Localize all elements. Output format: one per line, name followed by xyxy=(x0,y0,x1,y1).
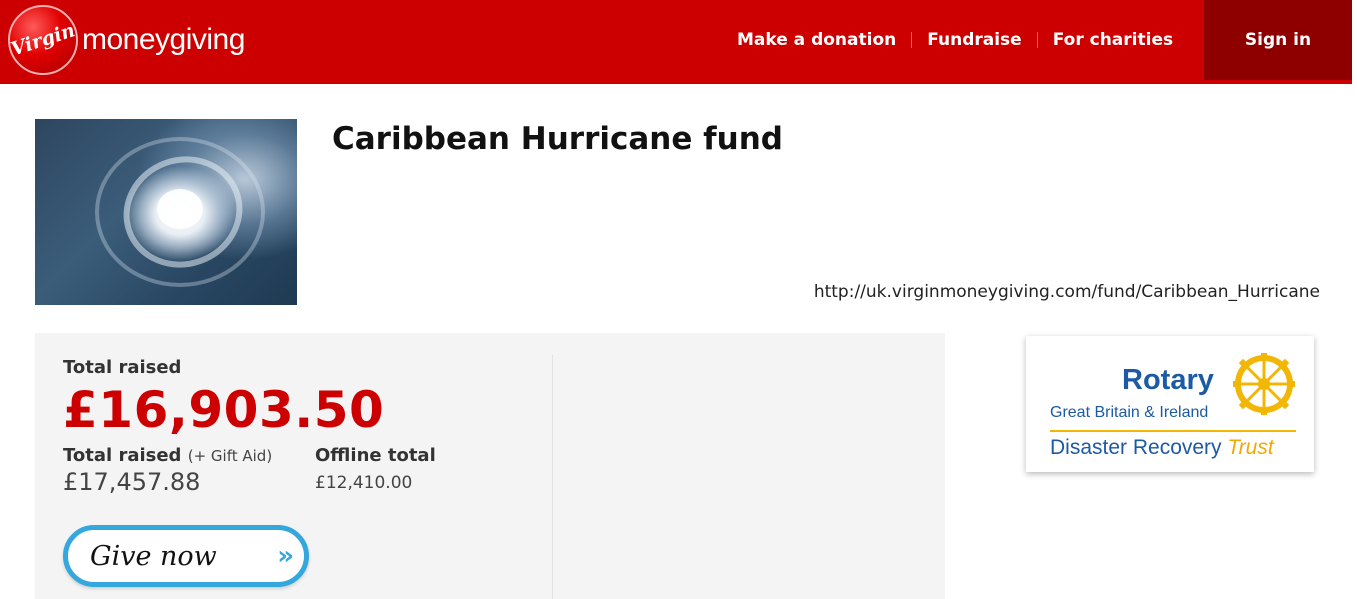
main-nav: Make a donation Fundraise For charities xyxy=(737,0,1173,80)
gift-aid-label-main: Total raised xyxy=(63,445,182,466)
total-raised-amount: £16,903.50 xyxy=(63,381,385,439)
fund-hero-image xyxy=(35,119,297,305)
offline-total-amount: £12,410.00 xyxy=(315,473,413,493)
give-now-button[interactable]: Give now » xyxy=(63,525,309,587)
nav-divider xyxy=(911,32,913,48)
fund-totals-panel: Total raised £16,903.50 Total raised (+ … xyxy=(35,333,945,599)
charity-name: Rotary xyxy=(1122,364,1214,396)
nav-fundraise[interactable]: Fundraise xyxy=(927,30,1021,50)
virgin-money-giving-logo[interactable]: Virgin moneygiving xyxy=(8,5,245,75)
brand-wordmark: moneygiving xyxy=(82,23,245,56)
fund-title: Caribbean Hurricane fund xyxy=(332,121,783,157)
virgin-badge-text: Virgin xyxy=(8,19,78,61)
charity-logo-rule xyxy=(1050,430,1296,432)
charity-trust-accent: Trust xyxy=(1227,436,1274,459)
charity-trust-name: Disaster Recovery Trust xyxy=(1050,436,1274,460)
header-edge xyxy=(1352,0,1357,84)
total-raised-label: Total raised xyxy=(63,357,182,378)
site-header: Virgin moneygiving Make a donation Fundr… xyxy=(0,0,1357,84)
give-now-label: Give now xyxy=(90,540,217,572)
virgin-badge-icon: Virgin xyxy=(8,5,78,75)
panel-divider xyxy=(552,355,553,599)
charity-region: Great Britain & Ireland xyxy=(1050,404,1209,421)
charity-logo-card[interactable]: Rotary Great Britain & Ireland Disaster … xyxy=(1026,336,1314,472)
gift-aid-total-label: Total raised (+ Gift Aid) xyxy=(63,445,272,466)
nav-for-charities[interactable]: For charities xyxy=(1053,30,1173,50)
offline-total-label: Offline total xyxy=(315,445,436,466)
gift-aid-label-suffix: (+ Gift Aid) xyxy=(187,447,273,465)
charity-trust-main: Disaster Recovery xyxy=(1050,436,1222,459)
double-chevron-right-icon: » xyxy=(277,541,294,571)
fund-url[interactable]: http://uk.virginmoneygiving.com/fund/Car… xyxy=(814,282,1320,302)
gift-aid-total-amount: £17,457.88 xyxy=(63,468,201,496)
rotary-wheel-icon xyxy=(1233,353,1295,415)
nav-make-donation[interactable]: Make a donation xyxy=(737,30,896,50)
nav-divider xyxy=(1036,32,1038,48)
sign-in-button[interactable]: Sign in xyxy=(1204,0,1352,80)
